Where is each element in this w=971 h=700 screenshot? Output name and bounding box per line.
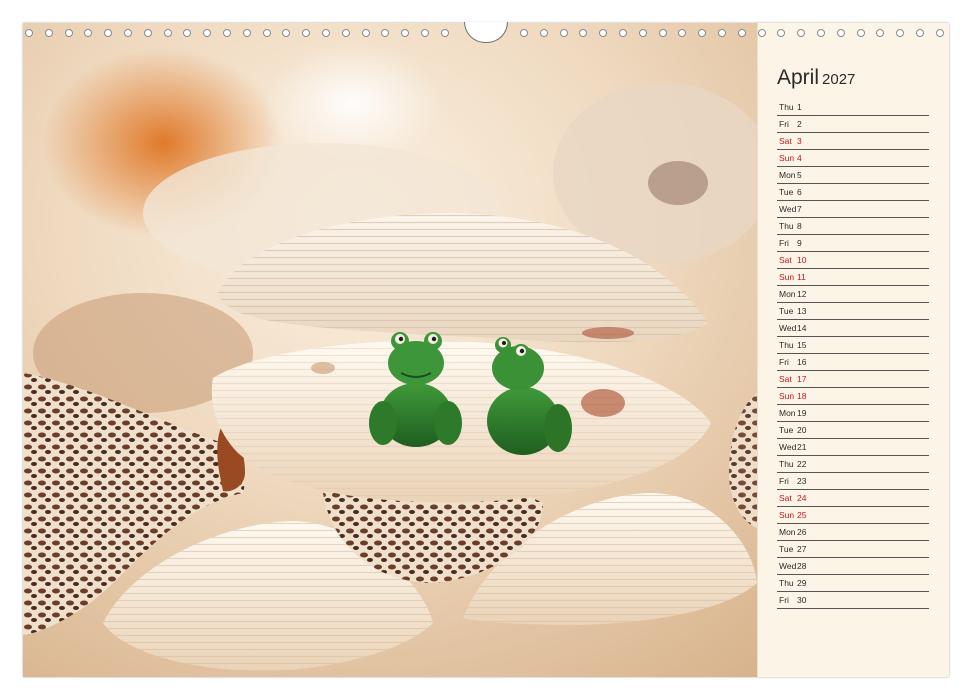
day-number: 1 xyxy=(797,102,802,112)
day-number: 30 xyxy=(797,595,807,605)
day-of-week: Sun xyxy=(779,272,795,282)
day-of-week: Tue xyxy=(779,306,794,316)
day-row: Sun 4 xyxy=(777,150,929,167)
day-number: 13 xyxy=(797,306,807,316)
day-row: Sat 10 xyxy=(777,252,929,269)
day-row: Sun 25 xyxy=(777,507,929,524)
day-row: Fri 23 xyxy=(777,473,929,490)
day-of-week: Mon xyxy=(779,408,796,418)
day-of-week: Tue xyxy=(779,187,794,197)
day-row: Fri 2 xyxy=(777,116,929,133)
day-row: Sun 18 xyxy=(777,388,929,405)
day-number: 14 xyxy=(797,323,807,333)
day-number: 10 xyxy=(797,255,807,265)
day-row: Fri 16 xyxy=(777,354,929,371)
day-row: Wed7 xyxy=(777,201,929,218)
day-row: Tue 13 xyxy=(777,303,929,320)
day-list: Thu 1 Fri 2 Sat 3 Sun 4 Mon5 Tue 6 Wed7 Thu 8 Fri 9 Sat 1… xyxy=(777,99,929,609)
day-of-week: Thu xyxy=(779,578,794,588)
day-number: 27 xyxy=(797,544,807,554)
day-of-week: Sun xyxy=(779,153,795,163)
day-number: 6 xyxy=(797,187,802,197)
day-number: 3 xyxy=(797,136,802,146)
day-row: Mon12 xyxy=(777,286,929,303)
day-number: 19 xyxy=(797,408,807,418)
calendar-day-panel: April 2027 Thu 1 Fri 2 Sat 3 Sun 4 Mon5 Tue 6 Wed7 Th… xyxy=(757,23,949,677)
day-row: Mon5 xyxy=(777,167,929,184)
day-of-week: Wed xyxy=(779,561,797,571)
day-row: Wed21 xyxy=(777,439,929,456)
day-number: 24 xyxy=(797,493,807,503)
day-of-week: Fri xyxy=(779,119,789,129)
day-number: 2 xyxy=(797,119,802,129)
month-heading: April 2027 xyxy=(777,66,855,90)
day-of-week: Sat xyxy=(779,255,792,265)
day-row: Tue 27 xyxy=(777,541,929,558)
day-row: Thu 22 xyxy=(777,456,929,473)
day-of-week: Fri xyxy=(779,476,789,486)
day-of-week: Fri xyxy=(779,357,789,367)
day-row: Thu 1 xyxy=(777,99,929,116)
day-number: 5 xyxy=(797,170,802,180)
day-number: 22 xyxy=(797,459,807,469)
day-of-week: Tue xyxy=(779,544,794,554)
seashell-frogs-photo xyxy=(23,23,757,677)
day-of-week: Thu xyxy=(779,459,794,469)
day-of-week: Wed xyxy=(779,442,797,452)
day-of-week: Sat xyxy=(779,374,792,384)
day-row: Fri 9 xyxy=(777,235,929,252)
day-of-week: Fri xyxy=(779,595,789,605)
day-of-week: Sat xyxy=(779,493,792,503)
day-of-week: Sat xyxy=(779,136,792,146)
day-number: 29 xyxy=(797,578,807,588)
day-of-week: Tue xyxy=(779,425,794,435)
day-of-week: Wed xyxy=(779,204,797,214)
calendar-page: April 2027 Thu 1 Fri 2 Sat 3 Sun 4 Mon5 Tue 6 Wed7 Th… xyxy=(23,23,949,677)
day-row: Thu 8 xyxy=(777,218,929,235)
day-row: Tue 6 xyxy=(777,184,929,201)
day-row: Tue 20 xyxy=(777,422,929,439)
day-number: 9 xyxy=(797,238,802,248)
day-row: Sat 24 xyxy=(777,490,929,507)
day-row: Wed28 xyxy=(777,558,929,575)
day-number: 21 xyxy=(797,442,807,452)
day-row: Mon26 xyxy=(777,524,929,541)
day-number: 16 xyxy=(797,357,807,367)
month-name: April xyxy=(777,66,820,89)
day-number: 11 xyxy=(797,272,806,282)
day-number: 7 xyxy=(797,204,802,214)
day-number: 17 xyxy=(797,374,807,384)
day-of-week: Sun xyxy=(779,510,795,520)
day-of-week: Mon xyxy=(779,170,796,180)
day-number: 25 xyxy=(797,510,807,520)
day-of-week: Sun xyxy=(779,391,795,401)
day-row: Fri 30 xyxy=(777,592,929,609)
day-number: 28 xyxy=(797,561,807,571)
day-number: 20 xyxy=(797,425,807,435)
day-number: 12 xyxy=(797,289,807,299)
day-row: Sat 3 xyxy=(777,133,929,150)
day-row: Sat 17 xyxy=(777,371,929,388)
day-of-week: Thu xyxy=(779,221,794,231)
day-number: 26 xyxy=(797,527,807,537)
day-row: Thu 15 xyxy=(777,337,929,354)
day-number: 23 xyxy=(797,476,807,486)
day-row: Sun 11 xyxy=(777,269,929,286)
day-of-week: Mon xyxy=(779,527,796,537)
day-of-week: Thu xyxy=(779,102,794,112)
day-number: 15 xyxy=(797,340,807,350)
month-year: 2027 xyxy=(822,71,856,88)
day-row: Mon19 xyxy=(777,405,929,422)
day-of-week: Thu xyxy=(779,340,794,350)
day-of-week: Mon xyxy=(779,289,796,299)
day-row: Thu 29 xyxy=(777,575,929,592)
day-of-week: Fri xyxy=(779,238,789,248)
day-row: Wed14 xyxy=(777,320,929,337)
day-number: 8 xyxy=(797,221,802,231)
day-of-week: Wed xyxy=(779,323,797,333)
day-number: 18 xyxy=(797,391,807,401)
day-number: 4 xyxy=(797,153,802,163)
